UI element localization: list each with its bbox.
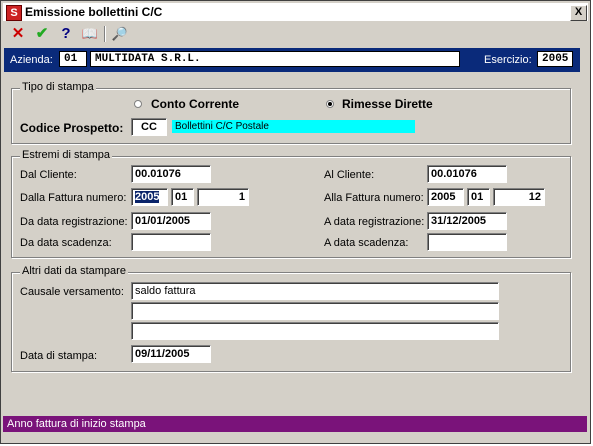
al-cliente-label: Al Cliente:: [324, 169, 375, 181]
search-icon[interactable]: 🔎: [111, 25, 129, 43]
estremi-title: Estremi di stampa: [20, 149, 113, 161]
a-data-scad-field[interactable]: [427, 233, 507, 251]
book-icon[interactable]: 📖: [81, 25, 99, 43]
alla-fattura-num-field[interactable]: 12: [493, 188, 545, 206]
title-bar: S Emissione bollettini C/C X: [3, 3, 588, 21]
status-bar: Anno fattura di inizio stampa: [3, 416, 587, 432]
da-data-reg-field[interactable]: 01/01/2005: [131, 212, 211, 230]
altri-dati-title: Altri dati da stampare: [20, 265, 128, 277]
da-data-scad-field[interactable]: [131, 233, 211, 251]
dalla-fattura-sez-field[interactable]: 01: [171, 188, 194, 206]
tipo-stampa-title: Tipo di stampa: [20, 81, 96, 93]
alla-fattura-label: Alla Fattura numero:: [324, 192, 424, 204]
azienda-code-field[interactable]: 01: [59, 51, 87, 67]
esercizio-label: Esercizio:: [484, 54, 532, 66]
dalla-fattura-label: Dalla Fattura numero:: [20, 192, 127, 204]
dalla-fattura-anno-value: 2005: [135, 191, 160, 203]
radio-conto-corrente[interactable]: [134, 100, 142, 108]
dal-cliente-label: Dal Cliente:: [20, 169, 77, 181]
radio-rimesse-dirette[interactable]: [326, 100, 334, 108]
app-icon: S: [6, 5, 22, 21]
causale-line3-field[interactable]: [131, 322, 499, 340]
esercizio-field[interactable]: 2005: [537, 51, 573, 67]
tipo-stampa-group: Tipo di stampa: [11, 81, 571, 144]
toolbar-separator: [104, 26, 106, 42]
cancel-icon[interactable]: ✕: [9, 25, 27, 43]
alla-fattura-sez-field[interactable]: 01: [467, 188, 490, 206]
toolbar: ✕ ✔ ? 📖 🔎: [3, 23, 588, 45]
dal-cliente-field[interactable]: 00.01076: [131, 165, 211, 183]
da-data-scad-label: Da data scadenza:: [20, 237, 112, 249]
help-icon[interactable]: ?: [57, 25, 75, 43]
data-stampa-field[interactable]: 09/11/2005: [131, 345, 211, 363]
dalla-fattura-num-field[interactable]: 1: [197, 188, 249, 206]
close-button[interactable]: X: [570, 5, 587, 21]
causale-line2-field[interactable]: [131, 302, 499, 320]
alla-fattura-anno-field[interactable]: 2005: [427, 188, 464, 206]
azienda-name-field: MULTIDATA S.R.L.: [90, 51, 460, 67]
rimesse-dirette-label[interactable]: Rimesse Dirette: [342, 97, 433, 111]
da-data-reg-label: Da data registrazione:: [20, 216, 128, 228]
a-data-scad-label: A data scadenza:: [324, 237, 409, 249]
a-data-reg-field[interactable]: 31/12/2005: [427, 212, 507, 230]
causale-label: Causale versamento:: [20, 286, 124, 298]
company-bar: Azienda: 01 MULTIDATA S.R.L. Esercizio: …: [4, 48, 580, 72]
window: S Emissione bollettini C/C X ✕ ✔ ? 📖 🔎 A…: [0, 0, 591, 444]
codice-description: Bollettini C/C Postale: [172, 120, 415, 133]
status-text: Anno fattura di inizio stampa: [7, 418, 146, 430]
conto-corrente-label[interactable]: Conto Corrente: [151, 97, 239, 111]
causale-line1-field[interactable]: saldo fattura: [131, 282, 499, 300]
dalla-fattura-anno-field[interactable]: 2005: [131, 188, 168, 206]
confirm-icon[interactable]: ✔: [33, 25, 51, 43]
data-stampa-label: Data di stampa:: [20, 350, 98, 362]
al-cliente-field[interactable]: 00.01076: [427, 165, 507, 183]
window-title: Emissione bollettini C/C: [25, 5, 163, 19]
azienda-label: Azienda:: [10, 54, 53, 66]
codice-prospetto-label: Codice Prospetto:: [20, 121, 124, 135]
codice-prospetto-field[interactable]: CC: [131, 118, 167, 136]
a-data-reg-label: A data registrazione:: [324, 216, 425, 228]
